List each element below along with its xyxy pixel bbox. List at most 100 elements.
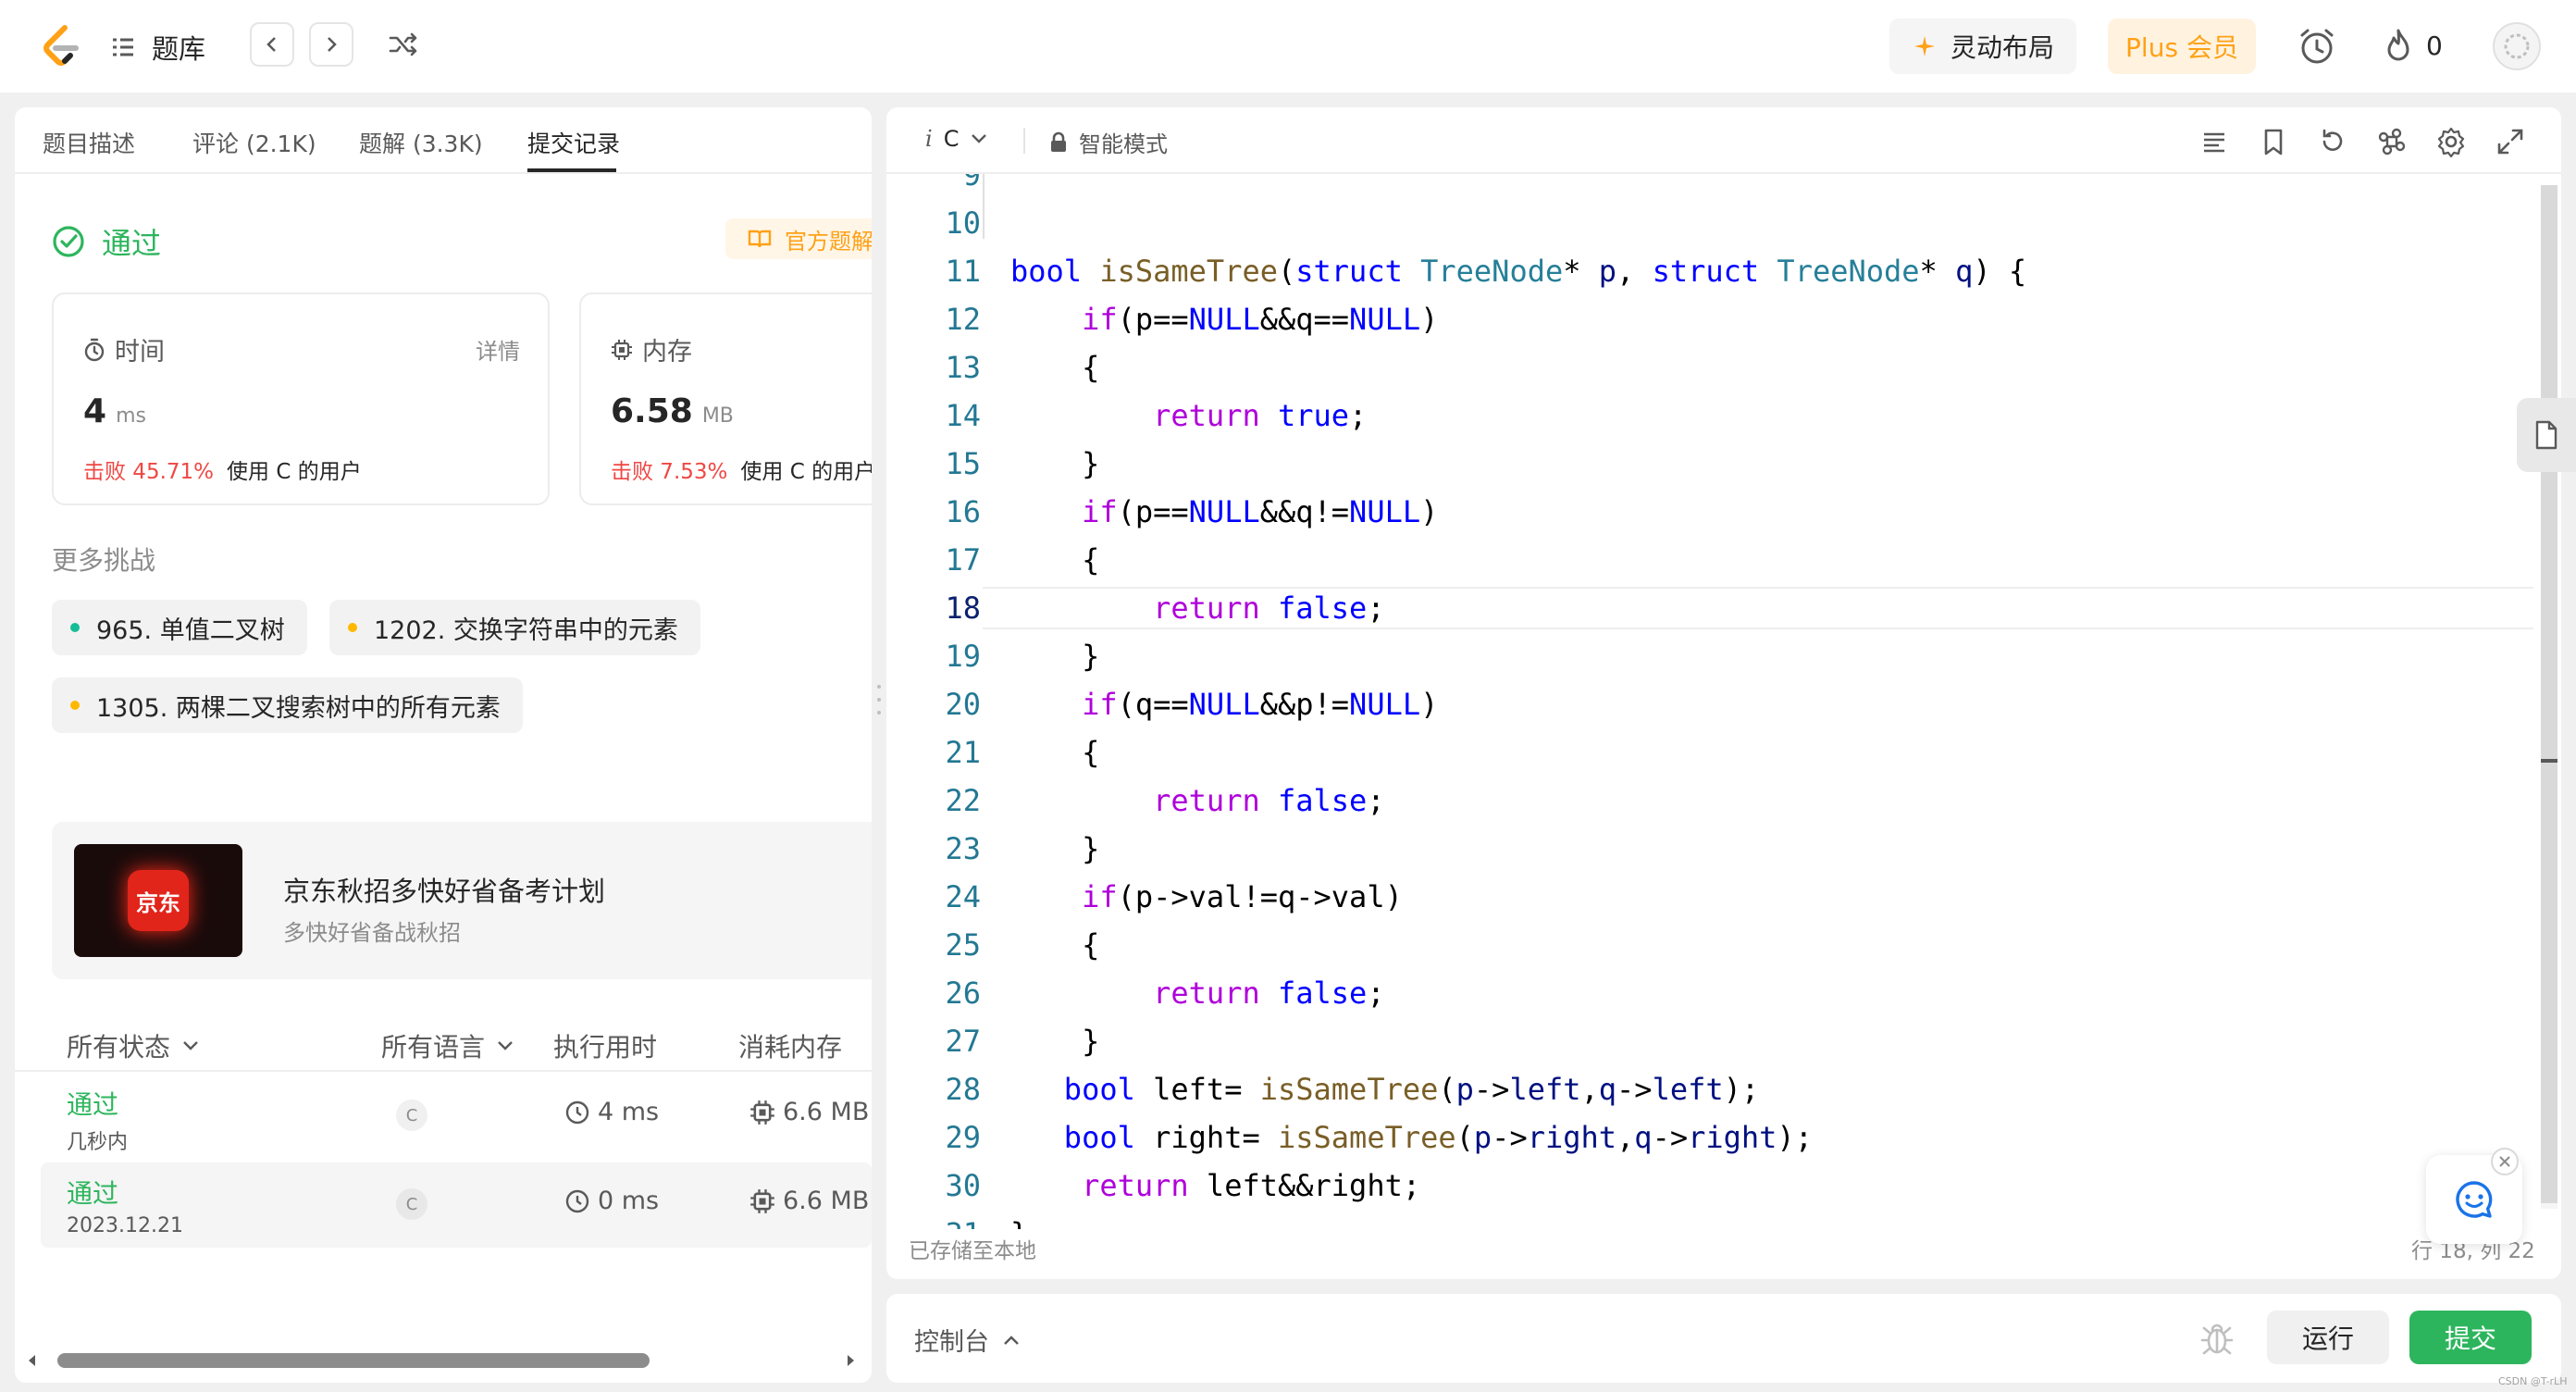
ad-banner[interactable]: 京东 京东秋招多快好省备考计划 多快好省备战秋招 xyxy=(52,822,872,979)
feedback-close-button[interactable] xyxy=(2491,1148,2519,1175)
code-line[interactable]: 23 } xyxy=(886,827,2533,870)
editor-scrollbar-thumb[interactable] xyxy=(2541,185,2557,1203)
code-line[interactable]: 24 if(p->val!=q->val) xyxy=(886,876,2533,918)
language-filter-label: 所有语言 xyxy=(381,1032,486,1063)
status-filter[interactable]: 所有状态 xyxy=(67,1027,200,1064)
code-line[interactable]: 14 return true; xyxy=(886,394,2533,437)
command-icon[interactable] xyxy=(2376,126,2408,157)
console-bar: 控制台 运行 提交 xyxy=(886,1294,2561,1383)
tab-comments[interactable]: 评论 (2.1K) xyxy=(192,126,316,159)
code-line[interactable]: 27 } xyxy=(886,1020,2533,1063)
prev-problem-button[interactable] xyxy=(250,22,294,67)
runtime-detail-link[interactable]: 详情 xyxy=(476,333,520,366)
submission-row[interactable]: 通过 2023.12.21 C 0 ms 6.6 MB xyxy=(41,1162,872,1248)
user-avatar[interactable] xyxy=(2493,22,2541,70)
code-line[interactable]: 10 xyxy=(886,202,2533,244)
challenge-chip-3[interactable]: 1305. 两棵二叉搜索树中的所有元素 xyxy=(52,677,523,733)
debug-bug-icon[interactable] xyxy=(2200,1320,2234,1357)
line-number: 16 xyxy=(945,494,981,529)
notes-side-tab[interactable] xyxy=(2517,398,2576,472)
code-line[interactable]: 31} xyxy=(886,1212,2533,1229)
streak-counter[interactable]: 0 xyxy=(2384,28,2443,63)
editor-vertical-scrollbar[interactable] xyxy=(2541,185,2557,1209)
code-line[interactable]: 30 return left&&right; xyxy=(886,1164,2533,1207)
chevron-down-icon xyxy=(498,1041,513,1050)
reset-icon[interactable] xyxy=(2317,126,2348,157)
code-line[interactable]: 28 bool left= isSameTree(p->left,q->left… xyxy=(886,1068,2533,1111)
scrollbar-thumb[interactable] xyxy=(57,1353,650,1368)
runtime-card[interactable]: 时间 详情 4 ms 击败 45.71% 使用 C 的用户 xyxy=(52,292,550,505)
smart-mode-toggle[interactable]: 智能模式 xyxy=(1049,126,1168,158)
submission-status[interactable]: 通过 xyxy=(67,1174,118,1211)
random-problem-button[interactable] xyxy=(387,28,420,65)
code-text: bool right= isSameTree(p->right,q->right… xyxy=(1063,1120,1813,1155)
next-problem-button[interactable] xyxy=(309,22,353,67)
official-solution-button[interactable]: 官方题解 xyxy=(725,218,872,259)
code-line[interactable]: 11 bool isSameTree(struct TreeNode* p, st… xyxy=(886,250,2533,292)
code-line[interactable]: 16 if(p==NULL&&q!=NULL) xyxy=(886,491,2533,533)
code-text: { xyxy=(1010,927,1100,963)
submit-button[interactable]: 提交 xyxy=(2409,1311,2532,1364)
panel-resize-handle[interactable] xyxy=(874,685,884,715)
run-button[interactable]: 运行 xyxy=(2267,1311,2389,1364)
memory-card[interactable]: 内存 6.58 MB 击败 7.53% 使用 C 的用户 xyxy=(579,292,872,505)
line-number: 27 xyxy=(945,1024,981,1059)
scroll-left-arrow-icon[interactable] xyxy=(26,1353,39,1368)
code-line[interactable]: 21 { xyxy=(886,731,2533,774)
challenge-chip-2[interactable]: 1202. 交换字符串中的元素 xyxy=(329,600,700,655)
settings-gear-icon[interactable] xyxy=(2435,126,2467,157)
plus-member-button[interactable]: Plus 会员 xyxy=(2108,19,2256,74)
code-line[interactable]: 20 if(q==NULL&&p!=NULL) xyxy=(886,683,2533,726)
leetcode-logo[interactable] xyxy=(37,22,85,70)
submissions-table-header: 所有状态 所有语言 执行用时 消耗内存 xyxy=(15,1020,872,1072)
difficulty-dot xyxy=(348,623,357,632)
chip-icon xyxy=(750,1188,774,1213)
run-label: 运行 xyxy=(2301,1324,2354,1354)
language-filter[interactable]: 所有语言 xyxy=(381,1027,514,1064)
tab-submissions[interactable]: 提交记录 xyxy=(527,126,620,159)
code-line[interactable]: 25 { xyxy=(886,924,2533,966)
code-text: return false; xyxy=(1153,976,1385,1011)
runtime-users: 使用 C 的用户 xyxy=(227,460,362,484)
code-line[interactable]: 29 bool right= isSameTree(p->right,q->ri… xyxy=(886,1116,2533,1159)
runtime-cell: 4 ms xyxy=(564,1098,659,1126)
line-number: 19 xyxy=(945,639,981,674)
code-text: { xyxy=(1010,350,1100,385)
code-line[interactable]: 26 return false; xyxy=(886,972,2533,1014)
format-icon[interactable] xyxy=(2198,126,2230,157)
dynamic-layout-button[interactable]: 灵动布局 xyxy=(1889,19,2076,74)
problem-bank-link[interactable]: 题库 xyxy=(109,28,205,67)
memory-column-header: 消耗内存 xyxy=(738,1032,843,1063)
jd-logo: 京东 xyxy=(128,870,189,931)
code-line[interactable]: 17 { xyxy=(886,539,2533,581)
submission-status[interactable]: 通过 xyxy=(67,1085,118,1122)
challenge-chip-1[interactable]: 965. 单值二叉树 xyxy=(52,600,307,655)
memory-value: 6.58 xyxy=(611,392,693,430)
code-line[interactable]: 13 { xyxy=(886,346,2533,389)
challenge-label: 965. 单值二叉树 xyxy=(96,615,285,645)
scroll-right-arrow-icon[interactable] xyxy=(844,1353,857,1368)
top-navbar: 题库 灵动布局 Plus 会员 0 xyxy=(0,0,2576,93)
timer-button[interactable] xyxy=(2297,26,2337,70)
code-editor-panel: i C 智能模式 9 10 11 bool isSameTree(struct Tre… xyxy=(886,107,2561,1279)
code-line[interactable]: 9 xyxy=(886,174,2533,196)
code-line[interactable]: 18 return false; xyxy=(886,587,2533,629)
submission-row[interactable]: 通过 几秒内 C 4 ms 6.6 MB xyxy=(41,1074,872,1159)
tab-description[interactable]: 题目描述 xyxy=(43,126,135,159)
bookmark-icon[interactable] xyxy=(2258,126,2289,157)
runtime-cell-value: 0 ms xyxy=(598,1187,660,1215)
language-badge: C xyxy=(396,1100,427,1131)
language-selector[interactable]: i C xyxy=(925,126,988,152)
chip-icon xyxy=(612,339,632,360)
console-toggle[interactable]: 控制台 xyxy=(914,1322,1021,1358)
check-circle-icon xyxy=(53,226,84,257)
code-line[interactable]: 15 } xyxy=(886,442,2533,485)
tab-solutions[interactable]: 题解 (3.3K) xyxy=(359,126,483,159)
code-text: { xyxy=(1010,542,1100,578)
fullscreen-icon[interactable] xyxy=(2495,126,2526,157)
code-line[interactable]: 22 return false; xyxy=(886,779,2533,822)
code-line[interactable]: 19 } xyxy=(886,635,2533,677)
code-area[interactable]: 9 10 11 bool isSameTree(struct TreeNode* p,… xyxy=(886,174,2533,1229)
code-line[interactable]: 12 if(p==NULL&&q==NULL) xyxy=(886,298,2533,341)
horizontal-scrollbar[interactable] xyxy=(26,1349,862,1372)
